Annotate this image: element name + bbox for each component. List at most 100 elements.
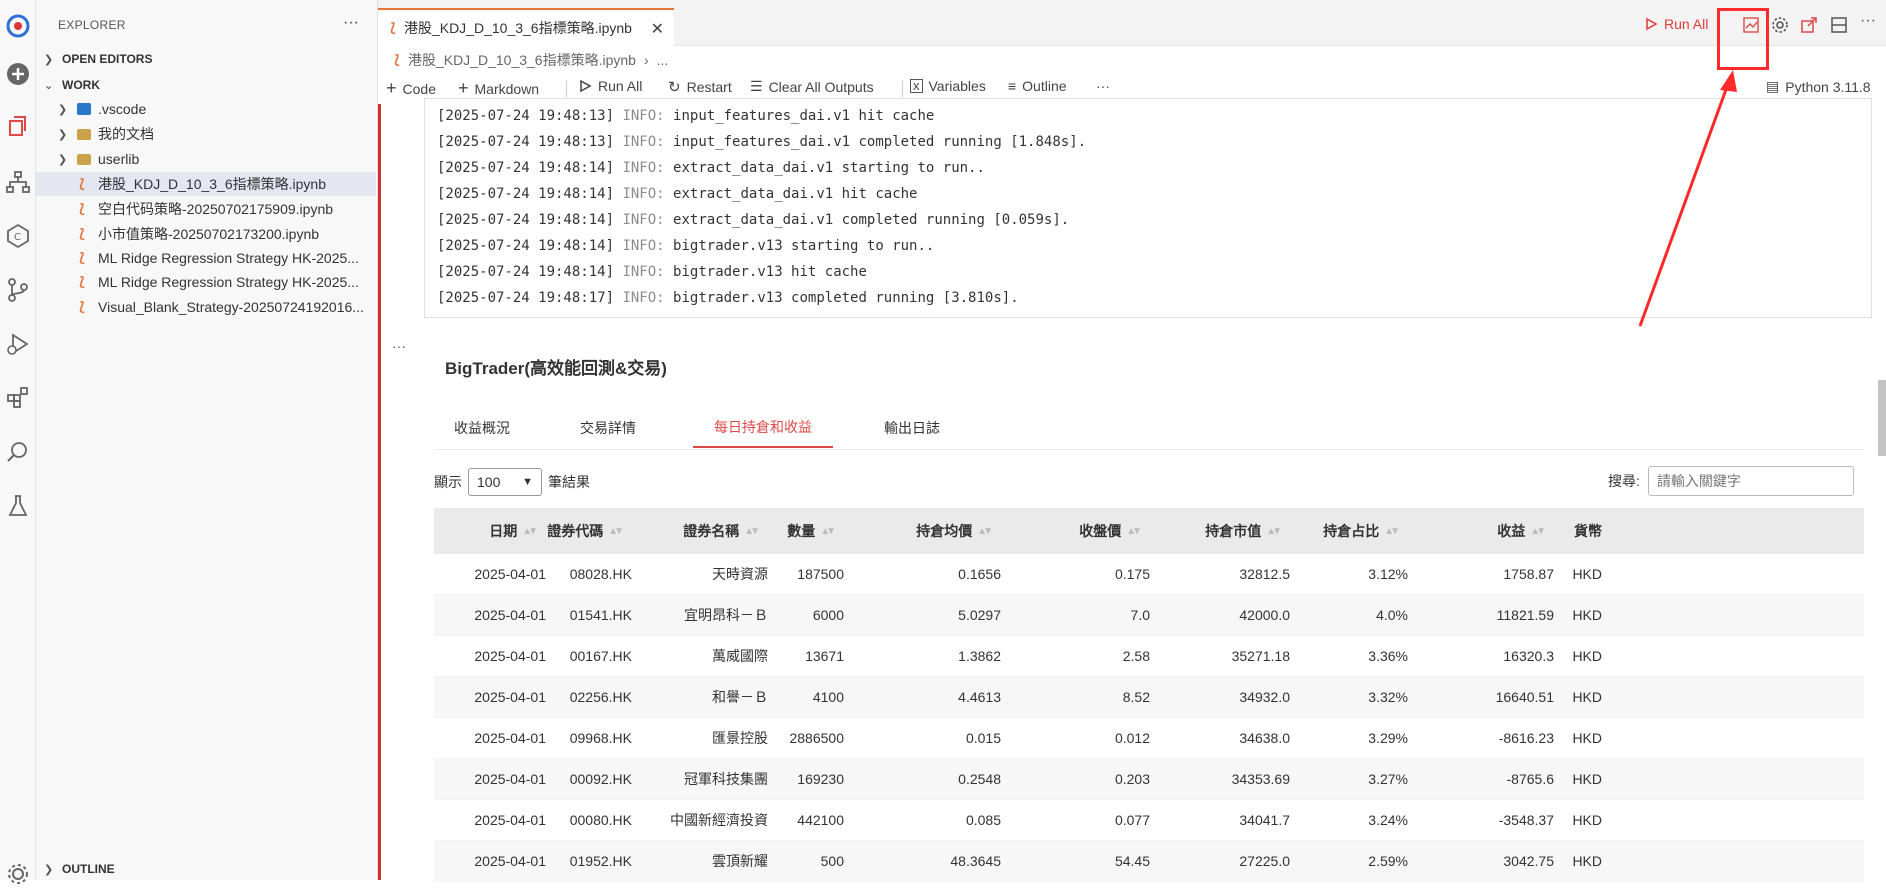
positions-table: 日期 ▲▼ 證券代碼 ▲▼ 證券名稱 ▲▼ 數量 ▲▼ 持倉均價 ▲▼ 收盤價 ▲▼ 持倉市值 ▲▼ 持倉占… (434, 508, 1864, 882)
hexagon-icon[interactable]: C (0, 218, 36, 254)
flask-icon[interactable] (0, 488, 36, 524)
table-search-control: 搜尋: (1608, 466, 1854, 496)
tree-folder-vscode[interactable]: ❯ .vscode (36, 97, 376, 121)
source-control-icon[interactable] (0, 272, 36, 308)
plus-icon: + (386, 78, 397, 98)
table-cell: HKD (1572, 648, 1602, 664)
restart-button[interactable]: ↻ Restart (668, 78, 732, 96)
work-section[interactable]: ⌄ WORK (44, 78, 100, 92)
settings-gear-icon[interactable] (1771, 16, 1789, 34)
log-message: input_features_dai.v1 hit cache (673, 108, 935, 124)
close-tab-icon[interactable]: ✕ (651, 19, 664, 39)
table-row[interactable]: 2025-04-01 00167.HK 萬威國際 13671 1.3862 2.58 352… (434, 636, 1864, 677)
cell-output-more-icon[interactable]: ··· (392, 338, 406, 354)
kernel-picker[interactable]: ▤ Python 3.11.8 (1766, 78, 1871, 95)
tab-kdj-notebook[interactable]: ⟅ 港股_KDJ_D_10_3_6指標策略.ipynb ✕ (378, 8, 674, 46)
tree-file-ml-ridge-1[interactable]: ⟅ ML Ridge Regression Strategy HK-2025..… (36, 246, 376, 270)
tree-folder-userlib[interactable]: ❯ userlib (36, 147, 376, 171)
search-input[interactable] (1647, 466, 1854, 496)
tree-file-small-cap[interactable]: ⟅ 小市值策略-20250702173200.ipynb (36, 222, 376, 246)
table-cell: HKD (1572, 853, 1602, 869)
variables-label: Variables (928, 78, 986, 94)
chevron-down-icon: ▼ (522, 476, 533, 488)
tree-file-ml-ridge-2[interactable]: ⟅ ML Ridge Regression Strategy HK-2025..… (36, 270, 376, 294)
log-timestamp: [2025-07-24 19:48:14] (437, 212, 615, 228)
share-icon[interactable] (1800, 16, 1818, 34)
table-cell: HKD (1572, 566, 1602, 582)
vertical-scrollbar[interactable] (1878, 380, 1886, 456)
table-row[interactable]: 2025-04-01 00080.HK 中國新經濟投資 442100 0.085 0.07… (434, 800, 1864, 841)
tree-file-visual-blank[interactable]: ⟅ Visual_Blank_Strategy-20250724192016..… (36, 295, 376, 319)
log-timestamp: [2025-07-24 19:48:13] (437, 108, 615, 124)
table-row[interactable]: 2025-04-01 09968.HK 匯景控股 2886500 0.015 0.012 3… (434, 718, 1864, 759)
list-icon: ≡ (1008, 78, 1017, 94)
tree-item-label: Visual_Blank_Strategy-20250724192016... (98, 299, 364, 315)
outline-label: OUTLINE (62, 862, 115, 876)
notebook-icon: ⟅ (79, 299, 85, 314)
tree-item-label: ML Ridge Regression Strategy HK-2025... (98, 250, 359, 266)
tree-item-label: 空白代码策略-20250702175909.ipynb (98, 201, 334, 217)
outline-section[interactable]: ❯ OUTLINE (44, 862, 115, 876)
folder-icon (76, 151, 92, 167)
tab-trade-details[interactable]: 交易詳情 (560, 408, 656, 448)
log-level: INFO: (622, 160, 665, 176)
cell-focus-indicator (378, 104, 381, 880)
table-row[interactable]: 2025-04-01 01541.HK 宜明昂科－Ｂ 6000 5.0297 7.0 420… (434, 595, 1864, 636)
tree-folder-my-docs[interactable]: ❯ 我的文档 (36, 122, 376, 146)
page-size-select[interactable]: 100 ▼ (468, 468, 542, 496)
column-header[interactable]: 貨幣 (434, 508, 1602, 554)
tree-file-kdj-notebook[interactable]: ⟅ 港股_KDJ_D_10_3_6指標策略.ipynb (36, 172, 376, 196)
toolbar-more-icon[interactable]: ··· (1096, 78, 1110, 94)
more-actions-icon[interactable]: ··· (343, 14, 359, 32)
search-icon[interactable] (0, 434, 36, 470)
table-row[interactable]: 2025-04-01 02256.HK 和譽－Ｂ 4100 4.4613 8.52 3493… (434, 677, 1864, 718)
notebook-icon: ⟅ (79, 201, 85, 216)
outline-label: Outline (1022, 78, 1067, 94)
split-editor-icon[interactable] (1830, 16, 1848, 34)
chevron-right-icon: ❯ (58, 128, 68, 141)
log-message: bigtrader.v13 completed running [3.810s]… (673, 290, 1019, 306)
table-row[interactable]: 2025-04-01 01952.HK 雲頂新耀 500 48.3645 54.45 272… (434, 841, 1864, 882)
log-timestamp: [2025-07-24 19:48:14] (437, 238, 615, 254)
hierarchy-icon[interactable] (0, 164, 36, 200)
notebook-icon: ⟅ (394, 52, 400, 67)
breadcrumb: ⟅ 港股_KDJ_D_10_3_6指標策略.ipynb › ... (394, 50, 668, 70)
open-editors-section[interactable]: ❯ OPEN EDITORS (44, 52, 152, 66)
add-icon[interactable] (0, 56, 36, 92)
add-markdown-button[interactable]: + Markdown (458, 78, 539, 99)
run-all-top-button[interactable]: Run All (1644, 16, 1708, 32)
run-all-button[interactable]: Run All (578, 78, 642, 94)
report-title: BigTrader(高效能回測&交易) (445, 359, 667, 378)
extensions-icon[interactable] (0, 380, 36, 416)
outline-button[interactable]: ≡ Outline (1008, 78, 1067, 94)
tree-file-blank-code[interactable]: ⟅ 空白代码策略-20250702175909.ipynb (36, 197, 376, 221)
tab-daily-positions[interactable]: 每日持倉和收益 (693, 408, 833, 448)
gear-icon[interactable] (0, 856, 36, 892)
clear-outputs-button[interactable]: ☰ Clear All Outputs (750, 78, 874, 95)
table-row[interactable]: 2025-04-01 08028.HK 天時資源 187500 0.1656 0.175 3… (434, 554, 1864, 595)
notebook-icon: ⟅ (79, 250, 85, 265)
add-code-button[interactable]: + Code (386, 78, 436, 99)
chevron-right-icon: ❯ (58, 153, 68, 166)
more-actions-icon[interactable]: ··· (1860, 12, 1876, 30)
log-message: extract_data_dai.v1 starting to run.. (673, 160, 985, 176)
chevron-right-icon: ❯ (44, 53, 54, 66)
tab-overview[interactable]: 收益概況 (434, 408, 530, 448)
log-line: [2025-07-24 19:48:17] INFO: bigtrader.v1… (437, 285, 1859, 311)
table-body: 2025-04-01 08028.HK 天時資源 187500 0.1656 0.175 3… (434, 554, 1864, 882)
explorer-icon[interactable] (0, 108, 36, 144)
notebook-icon: ⟅ (79, 176, 85, 191)
breadcrumb-file[interactable]: 港股_KDJ_D_10_3_6指標策略.ipynb (408, 50, 636, 70)
breadcrumb-more[interactable]: ... (657, 52, 669, 68)
run-debug-icon[interactable] (0, 326, 36, 362)
log-timestamp: [2025-07-24 19:48:17] (437, 290, 615, 306)
kernel-label: Python 3.11.8 (1785, 78, 1871, 95)
log-line: [2025-07-24 19:48:14] INFO: extract_data… (437, 155, 1859, 181)
add-code-label: Code (402, 80, 436, 97)
table-row[interactable]: 2025-04-01 00092.HK 冠軍科技集團 169230 0.2548 0.20… (434, 759, 1864, 800)
vscode-folder-icon (76, 101, 92, 117)
tab-output-log[interactable]: 輸出日誌 (864, 408, 960, 448)
log-timestamp: [2025-07-24 19:48:14] (437, 186, 615, 202)
variables-button[interactable]: x Variables (910, 78, 986, 94)
log-level: INFO: (622, 134, 665, 150)
